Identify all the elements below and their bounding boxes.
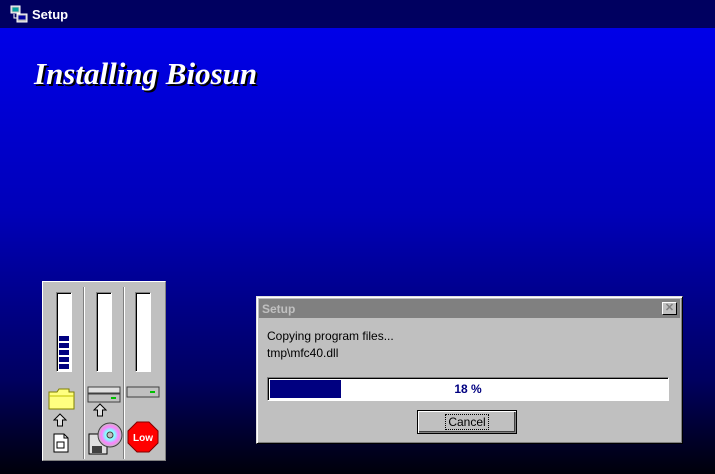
setup-progress-dialog: Setup ✕ Copying program files... tmp\mfc… [256, 296, 683, 444]
window-titlebar: Setup [0, 0, 715, 28]
up-arrow-icon [93, 403, 107, 417]
disk-space-meters: Low [42, 281, 166, 461]
file-line: tmp\mfc40.dll [267, 346, 339, 360]
dialog-title: Setup [262, 301, 296, 316]
progress-bar: 18 % [267, 377, 669, 401]
cancel-button-label: Cancel [445, 414, 489, 430]
temp-disk-gauge [96, 292, 112, 372]
installer-background: Setup Installing Biosun Low Setup ✕ Copy… [0, 0, 715, 474]
document-icon [53, 433, 69, 453]
source-disk-gauge [56, 292, 72, 372]
destination-disk-gauge [135, 292, 151, 372]
hard-drive-icon [126, 386, 160, 398]
dialog-titlebar: Setup ✕ [259, 299, 680, 318]
gauge-fill [59, 336, 69, 369]
meter-divider [123, 287, 125, 459]
low-stop-sign-icon: Low [127, 421, 159, 453]
install-heading: Installing Biosun [34, 56, 258, 91]
progress-label: 18 % [454, 382, 482, 396]
disk-cd-icon [88, 422, 123, 455]
close-icon[interactable]: ✕ [662, 302, 677, 315]
window-title: Setup [32, 6, 69, 22]
folder-icon [48, 388, 75, 410]
up-arrow-icon [53, 413, 67, 427]
setup-computer-icon [10, 5, 28, 23]
low-sign-label: Low [133, 433, 153, 444]
status-line: Copying program files... [267, 329, 394, 343]
cancel-button[interactable]: Cancel [417, 410, 517, 434]
hard-drive-icon [87, 386, 121, 403]
meter-divider [83, 287, 85, 459]
